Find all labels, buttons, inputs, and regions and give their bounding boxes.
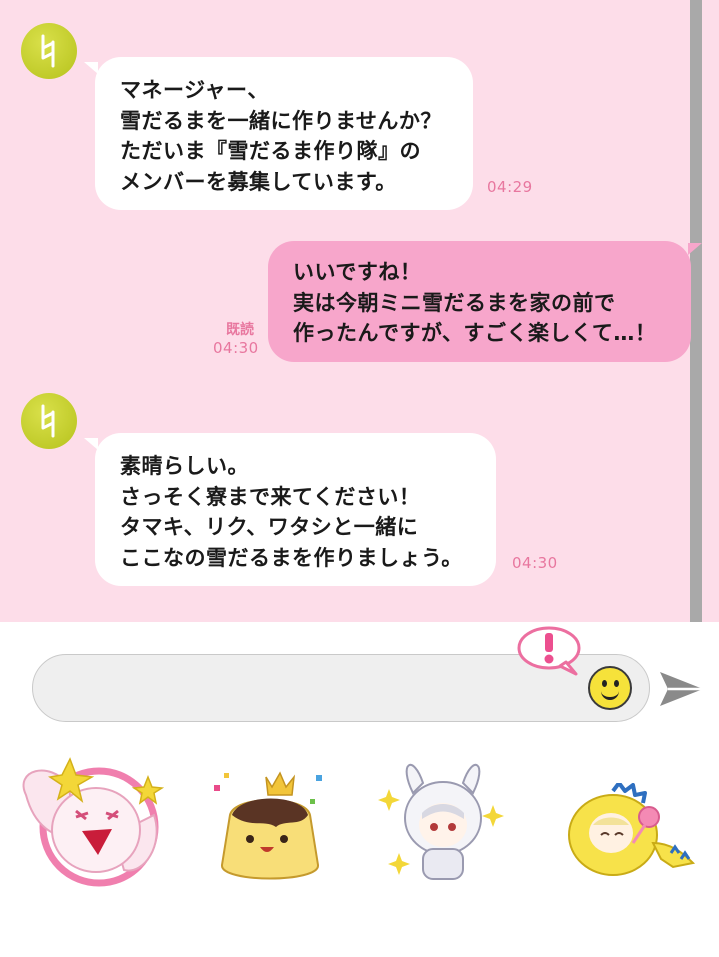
outgoing-message-bubble[interactable]: いいですね！ 実は今朝ミニ雪だるまを家の前で 作ったんですが、すごく楽しくて…！: [268, 241, 691, 362]
tuning-note-avatar-icon: [41, 34, 55, 68]
read-receipt: 既読: [226, 322, 254, 338]
tuning-note-avatar-icon: [41, 404, 55, 438]
sticker-pink-ghost[interactable]: [14, 755, 164, 890]
sticker-pudding-crown[interactable]: [210, 765, 330, 890]
exclamation-bubble-icon[interactable]: [516, 624, 582, 676]
bubble-tail: [688, 243, 702, 255]
chat-message-area[interactable]: マネージャー、 雪だるまを一緒に作りませんか？ ただいま『雪だるま作り隊』の メ…: [0, 0, 719, 622]
message-timestamp: 04:29: [487, 178, 533, 196]
message-input[interactable]: [57, 673, 601, 705]
message-timestamp: 04:30: [213, 339, 259, 357]
incoming-message-bubble[interactable]: マネージャー、 雪だるまを一緒に作りませんか？ ただいま『雪だるま作り隊』の メ…: [95, 57, 473, 210]
sender-avatar[interactable]: [21, 393, 77, 449]
bubble-tail: [84, 62, 98, 74]
smiley-face-icon[interactable]: [588, 666, 632, 710]
bubble-tail: [84, 438, 98, 450]
sticker-dinosaur-costume-character[interactable]: [553, 783, 703, 883]
sticker-bunny-hood-character[interactable]: [378, 753, 508, 893]
sender-avatar[interactable]: [21, 23, 77, 79]
send-arrow-icon[interactable]: [657, 668, 705, 710]
chat-scrollbar[interactable]: [690, 0, 702, 622]
message-timestamp: 04:30: [512, 554, 558, 572]
incoming-message-bubble[interactable]: 素晴らしい。 さっそく寮まで来てください！ タマキ、リク、ワタシと一緒に ここな…: [95, 433, 496, 586]
